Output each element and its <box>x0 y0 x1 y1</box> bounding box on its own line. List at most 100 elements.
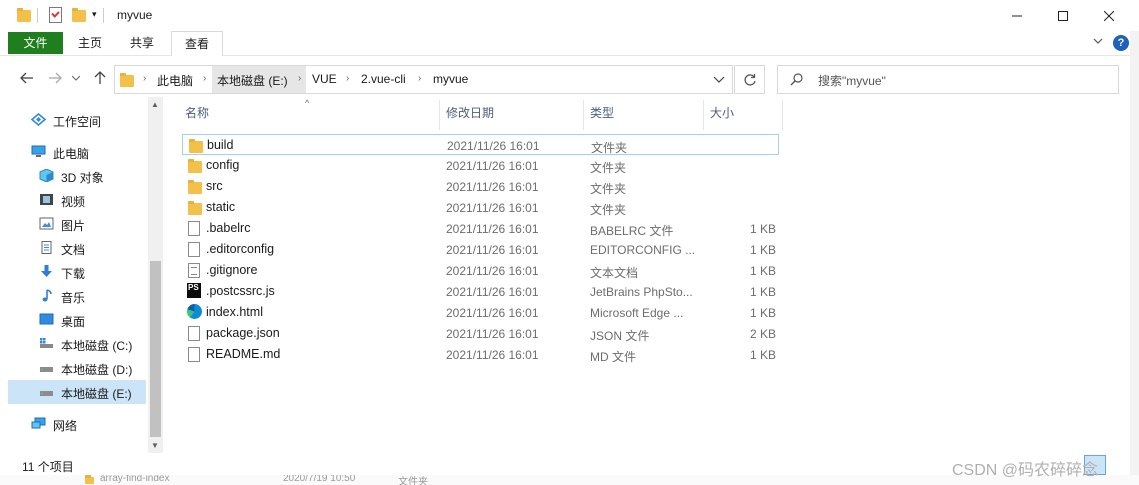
chevron-right-icon[interactable]: › <box>346 73 349 84</box>
file-date: 2021/11/26 16:01 <box>446 264 539 278</box>
file-type: EDITORCONFIG ... <box>590 243 696 257</box>
search-input[interactable]: 搜索"myvue" <box>818 72 886 89</box>
nav-item-drive-d[interactable]: 本地磁盘 (D:) <box>8 356 146 380</box>
file-name: .postcssrc.js <box>206 284 275 298</box>
search-box[interactable]: 搜索"myvue" <box>777 65 1119 94</box>
pictures-icon <box>39 217 54 230</box>
up-button[interactable] <box>92 70 108 86</box>
column-header-size[interactable]: 大小 <box>710 100 734 126</box>
column-divider[interactable] <box>703 100 704 130</box>
file-row-postcssrc[interactable]: PS .postcssrc.js 2021/11/26 16:01 JetBra… <box>182 281 779 302</box>
back-button[interactable] <box>19 70 35 86</box>
column-divider[interactable] <box>439 100 440 130</box>
file-type: BABELRC 文件 <box>590 224 674 238</box>
edge-icon <box>187 304 202 319</box>
close-button[interactable] <box>1086 0 1132 31</box>
scrollbar-thumb[interactable] <box>150 261 161 437</box>
breadcrumb-item[interactable]: VUE <box>312 72 337 86</box>
nav-item-label: 视频 <box>61 195 86 209</box>
file-size: 1 KB <box>749 348 776 362</box>
column-header-type[interactable]: 类型 <box>590 100 614 126</box>
file-row-package-json[interactable]: package.json 2021/11/26 16:01 JSON 文件 2 … <box>182 323 779 344</box>
file-size: 1 KB <box>749 285 776 299</box>
nav-item-label: 下载 <box>61 267 86 281</box>
file-row-gitignore[interactable]: .gitignore 2021/11/26 16:01 文本文档 1 KB <box>182 260 779 281</box>
nav-item-documents[interactable]: 文档 <box>8 236 146 260</box>
column-divider[interactable] <box>782 100 783 130</box>
chevron-down-icon <box>72 75 80 81</box>
desktop-icon <box>39 313 54 325</box>
nav-item-this-pc[interactable]: 此电脑 <box>8 140 146 164</box>
file-date: 2021/11/26 16:01 <box>446 222 539 236</box>
ribbon-expand-icon[interactable] <box>1093 37 1103 45</box>
scroll-up-icon[interactable]: ▲ <box>151 100 159 109</box>
file-row-static[interactable]: static 2021/11/26 16:01 文件夹 <box>182 197 779 218</box>
breadcrumb-item[interactable]: 本地磁盘 (E:) <box>217 72 288 89</box>
column-divider[interactable] <box>583 100 584 130</box>
nav-pane-scrollbar[interactable]: ▲ ▼ <box>148 97 163 453</box>
file-size: 1 KB <box>749 243 776 257</box>
breadcrumb-item[interactable]: 2.vue-cli <box>361 72 406 86</box>
folder-icon <box>189 139 203 153</box>
minimize-icon <box>1012 15 1022 16</box>
nav-item-workspace[interactable]: 工作空间 <box>8 108 146 132</box>
tab-view[interactable]: 查看 <box>171 31 223 56</box>
divider <box>103 8 104 23</box>
file-row-config[interactable]: config 2021/11/26 16:01 文件夹 <box>182 155 779 176</box>
tab-file[interactable]: 文件 <box>8 32 63 54</box>
properties-icon[interactable] <box>49 7 62 23</box>
file-date: 2021/11/26 16:01 <box>446 348 539 362</box>
nav-item-network[interactable]: 网络 <box>8 412 146 436</box>
chevron-right-icon[interactable]: › <box>418 73 421 84</box>
file-row-src[interactable]: src 2021/11/26 16:01 文件夹 <box>182 176 779 197</box>
tab-share[interactable]: 共享 <box>120 32 164 54</box>
nav-item-drive-c[interactable]: 本地磁盘 (C:) <box>8 332 146 356</box>
chevron-right-icon[interactable]: › <box>298 73 301 84</box>
help-icon[interactable]: ? <box>1113 35 1129 51</box>
scroll-down-icon[interactable]: ▼ <box>151 441 159 450</box>
nav-item-downloads[interactable]: 下载 <box>8 260 146 284</box>
folder-icon <box>188 180 202 194</box>
3d-objects-icon <box>39 169 54 182</box>
refresh-button[interactable] <box>734 65 765 94</box>
file-icon <box>188 221 200 236</box>
nav-item-music[interactable]: 音乐 <box>8 284 146 308</box>
file-name: .gitignore <box>206 263 258 277</box>
file-row-babelrc[interactable]: .babelrc 2021/11/26 16:01 BABELRC 文件 1 K… <box>182 218 779 239</box>
file-row-index-html[interactable]: index.html 2021/11/26 16:01 Microsoft Ed… <box>182 302 779 323</box>
nav-item-label: 3D 对象 <box>61 171 104 185</box>
column-header-date[interactable]: 修改日期 <box>446 100 494 126</box>
forward-button[interactable] <box>47 70 63 86</box>
file-row-editorconfig[interactable]: .editorconfig 2021/11/26 16:01 EDITORCON… <box>182 239 779 260</box>
ribbon: 文件 主页 共享 查看 ? <box>0 31 1139 56</box>
file-date: 2021/11/26 16:01 <box>446 306 539 320</box>
chevron-right-icon[interactable]: › <box>203 73 206 84</box>
recent-locations-button[interactable] <box>68 70 84 86</box>
breadcrumb-item[interactable]: myvue <box>433 72 468 86</box>
chevron-right-icon[interactable]: › <box>143 73 146 84</box>
nav-item-drive-e[interactable]: 本地磁盘 (E:) <box>8 380 146 404</box>
new-folder-icon[interactable] <box>72 8 86 22</box>
address-bar[interactable]: › 此电脑 › 本地磁盘 (E:) › VUE › 2.vue-cli › my… <box>114 65 733 94</box>
file-type: 文件夹 <box>590 161 627 175</box>
file-row-build[interactable]: build 2021/11/26 16:01 文件夹 <box>182 134 779 155</box>
nav-item-pictures[interactable]: 图片 <box>8 212 146 236</box>
minimize-button[interactable] <box>994 0 1040 31</box>
column-header-name[interactable]: 名称 <box>185 100 209 126</box>
nav-item-video[interactable]: 视频 <box>8 188 146 212</box>
tab-home[interactable]: 主页 <box>68 32 112 54</box>
file-type: 文本文档 <box>590 266 639 280</box>
file-row-readme[interactable]: README.md 2021/11/26 16:01 MD 文件 1 KB <box>182 344 779 365</box>
quick-access-dropdown-icon[interactable]: ▾ <box>92 9 97 20</box>
chevron-down-icon[interactable] <box>713 73 725 85</box>
download-icon <box>41 265 52 277</box>
window-title: myvue <box>117 8 153 22</box>
nav-item-label: 桌面 <box>61 315 86 329</box>
nav-item-3d-objects[interactable]: 3D 对象 <box>8 164 146 188</box>
nav-item-desktop[interactable]: 桌面 <box>8 308 146 332</box>
background-window-edge <box>1130 31 1139 485</box>
phpstorm-icon: PS <box>187 283 201 298</box>
arrow-left-icon <box>20 72 33 84</box>
maximize-button[interactable] <box>1040 0 1086 31</box>
breadcrumb-item[interactable]: 此电脑 <box>157 72 193 89</box>
